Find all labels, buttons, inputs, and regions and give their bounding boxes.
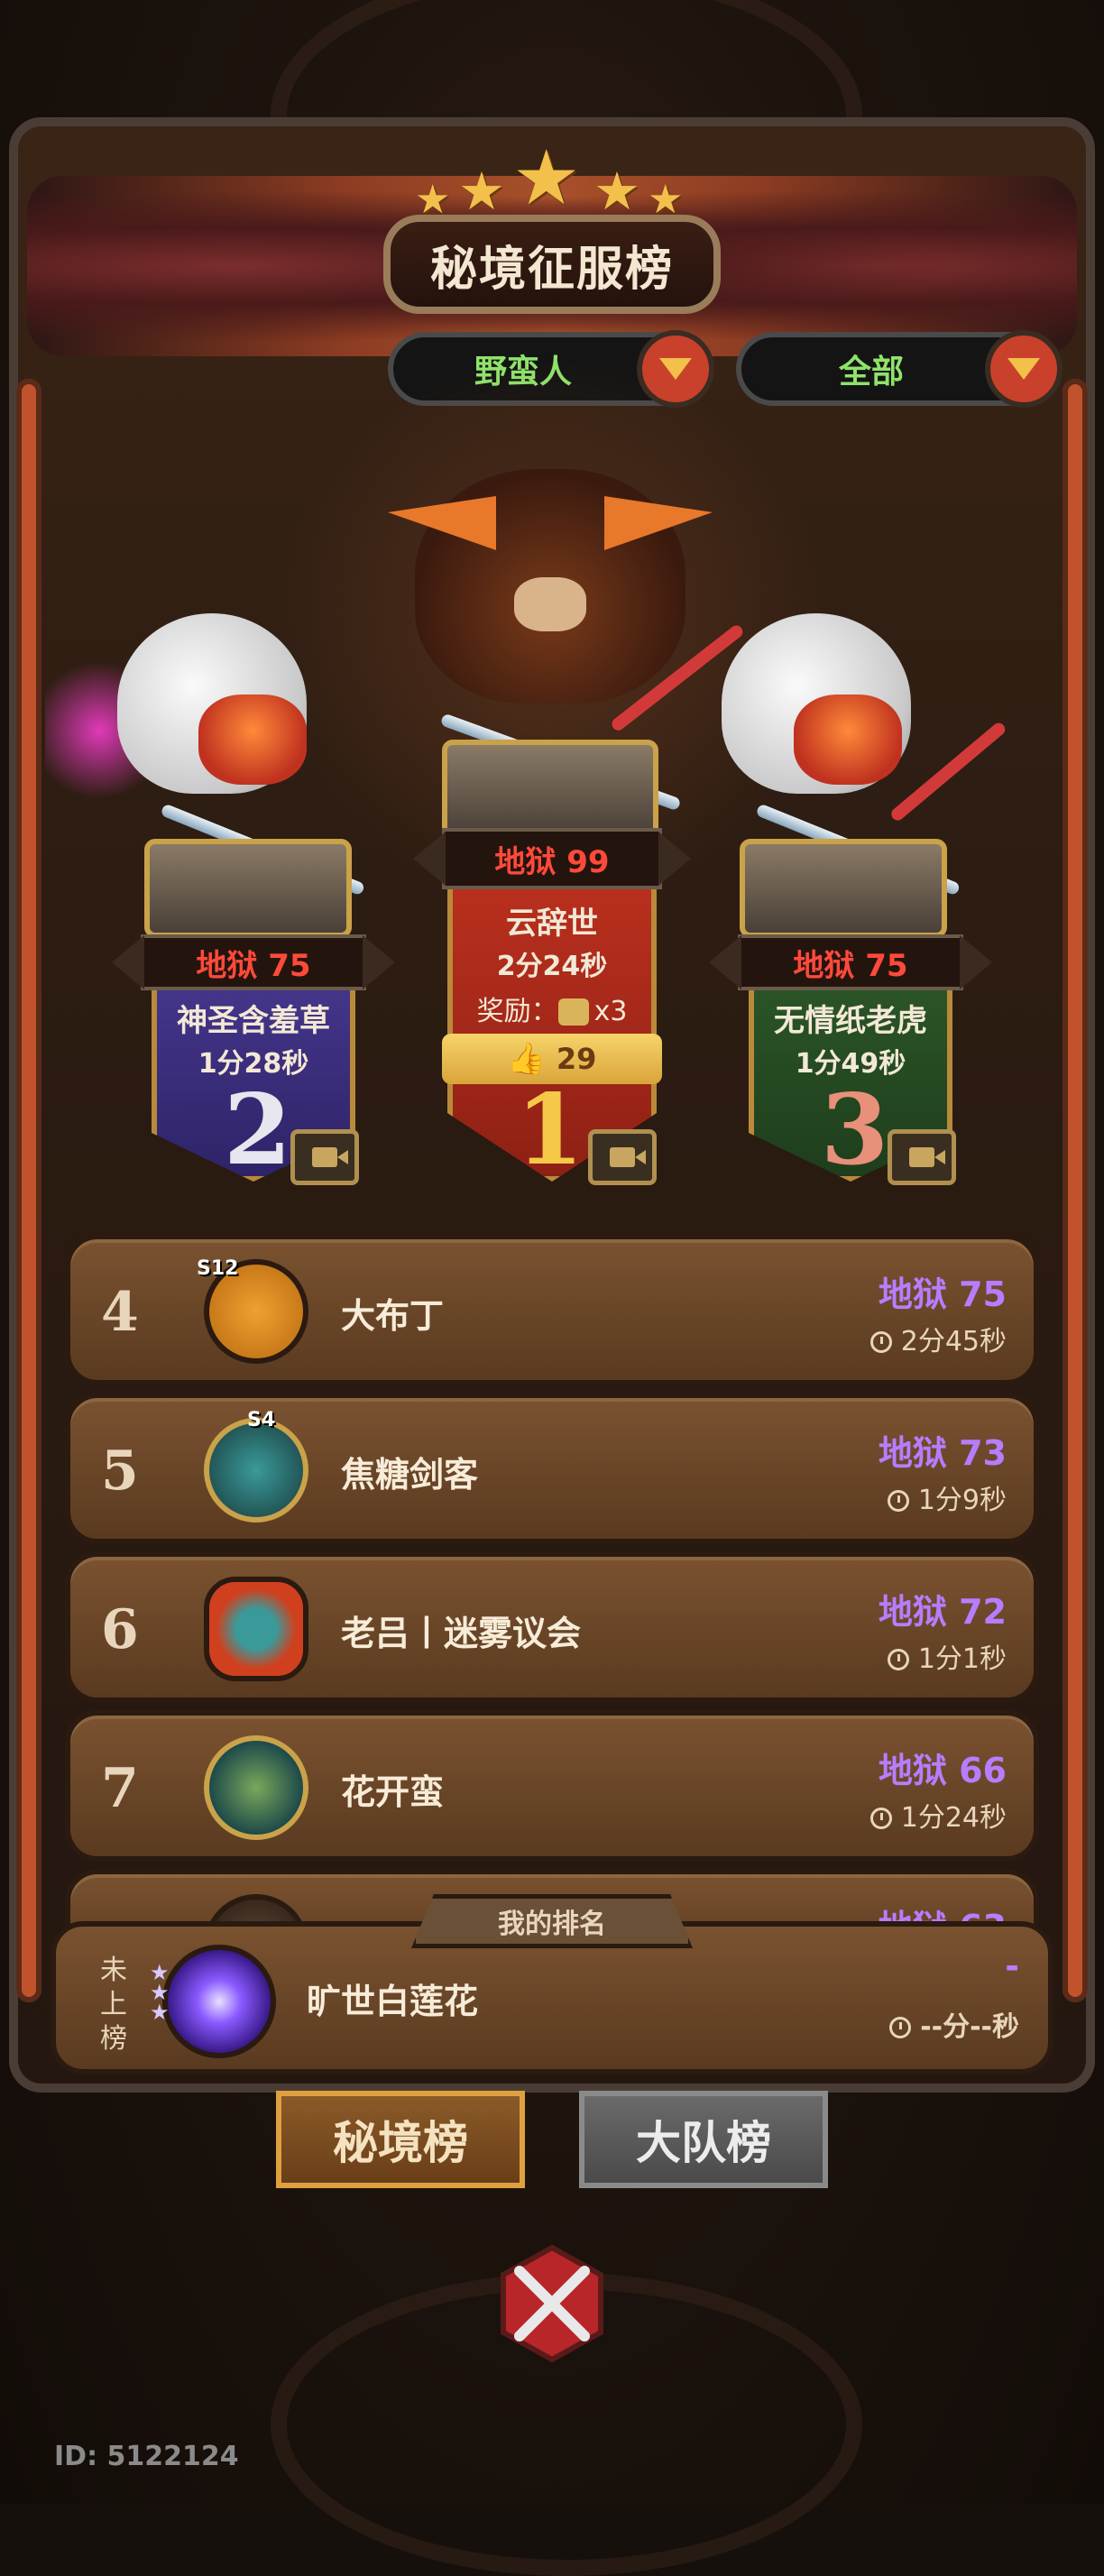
page-title: 秘境征服榜 xyxy=(429,242,674,297)
player-name: 花开蛮 xyxy=(341,1772,445,1812)
title-plate: 秘境征服榜 xyxy=(383,215,721,314)
tab-team[interactable]: 大队榜 xyxy=(579,2091,828,2188)
panel-rail-left xyxy=(16,379,41,2002)
my-rank-status: 未上榜 xyxy=(100,1955,127,2055)
clock-icon xyxy=(869,1808,892,1829)
hero-rank-2[interactable] xyxy=(45,613,366,938)
dropdown-arrow-icon[interactable] xyxy=(985,330,1063,408)
player-time: 1分1秒 xyxy=(887,1636,1007,1676)
star-icon: ★ xyxy=(512,133,581,222)
rank-3-level: 地狱 75 xyxy=(738,934,963,990)
avatar xyxy=(204,1735,308,1840)
podium-pedestal xyxy=(442,740,658,839)
table-row[interactable]: 4 S12 大布丁 地狱 75 2分45秒 xyxy=(65,1234,1039,1385)
clock-icon xyxy=(869,1331,892,1353)
avatar xyxy=(162,1945,276,2058)
thumbs-up-icon: 👍 xyxy=(507,1041,546,1077)
my-time: --分--秒 xyxy=(889,2004,1019,2044)
avatar xyxy=(204,1418,308,1523)
my-name: 旷世白莲花 xyxy=(307,1982,479,2021)
rank-1-level: 地狱 99 xyxy=(442,828,662,889)
video-camera-icon xyxy=(909,1147,945,1167)
player-level: 地狱 66 xyxy=(878,1751,1007,1790)
panel-rail-right xyxy=(1063,379,1088,2002)
player-time: 2分45秒 xyxy=(869,1319,1007,1358)
row-rank: 6 xyxy=(101,1598,139,1661)
season-badge: S4 xyxy=(247,1409,276,1431)
row-rank: 7 xyxy=(101,1757,139,1820)
my-rank-tab: 我的排名 xyxy=(411,1894,693,1948)
player-name: 大布丁 xyxy=(341,1296,445,1336)
rank-1-time: 2分24秒 xyxy=(496,951,608,982)
player-id: ID: 5122124 xyxy=(54,2441,239,2472)
rank-3-name: 无情纸老虎 xyxy=(774,1003,927,1039)
player-name: 焦糖剑客 xyxy=(341,1455,479,1495)
rank-1-number: 1 xyxy=(516,1073,584,1187)
player-time: 1分9秒 xyxy=(887,1477,1007,1517)
like-count: 29 xyxy=(556,1042,597,1076)
player-time: 1分24秒 xyxy=(869,1795,1007,1835)
player-level: 地狱 72 xyxy=(878,1592,1007,1632)
oni-mask xyxy=(198,695,307,785)
scope-filter[interactable]: 全部 xyxy=(736,330,1063,408)
avatar xyxy=(204,1577,308,1681)
clock-icon xyxy=(887,1490,909,1512)
season-badge: S12 xyxy=(197,1257,239,1280)
row-rank: 5 xyxy=(101,1440,139,1503)
star-icon: ★ xyxy=(458,161,505,222)
star-icon: ★ ★ ★ xyxy=(150,1960,170,2025)
reward-line: 奖励： x3 xyxy=(447,989,657,1028)
rank-2-number: 2 xyxy=(224,1073,292,1187)
hero-rank-3[interactable] xyxy=(713,613,1046,938)
video-camera-icon xyxy=(610,1147,646,1167)
clock-icon xyxy=(889,2017,912,2038)
player-level: 地狱 73 xyxy=(878,1433,1007,1473)
reward-count: x3 xyxy=(593,996,628,1027)
player-level: 地狱 75 xyxy=(878,1274,1007,1314)
chest-icon xyxy=(557,998,589,1026)
title-stars: ★ ★ ★ ★ ★ xyxy=(406,133,698,224)
hero-face xyxy=(514,577,586,631)
rank-2-name: 神圣含羞草 xyxy=(177,1003,330,1039)
clock-icon xyxy=(887,1649,909,1670)
crossed-swords-emblem-icon[interactable] xyxy=(489,2240,615,2367)
row-rank: 4 xyxy=(101,1281,139,1344)
table-row[interactable]: 7 花开蛮 地狱 66 1分24秒 xyxy=(65,1710,1039,1862)
star-icon: ★ xyxy=(593,161,640,222)
hero-rank-1[interactable] xyxy=(388,442,746,848)
reward-label: 奖励： xyxy=(476,996,558,1027)
oni-mask xyxy=(794,695,902,785)
video-camera-icon xyxy=(312,1147,348,1167)
replay-video-button[interactable] xyxy=(588,1129,657,1185)
podium-pedestal xyxy=(144,839,352,938)
player-name: 老吕丨迷雾议会 xyxy=(341,1614,582,1653)
table-row[interactable]: 5 S4 焦糖剑客 地狱 73 1分9秒 xyxy=(65,1393,1039,1544)
table-row[interactable]: 6 老吕丨迷雾议会 地狱 72 1分1秒 xyxy=(65,1551,1039,1703)
rank-2-level: 地狱 75 xyxy=(141,934,366,990)
replay-video-button[interactable] xyxy=(290,1129,359,1185)
tab-secret-realm[interactable]: 秘境榜 xyxy=(276,2091,525,2188)
replay-video-button[interactable] xyxy=(888,1129,956,1185)
podium-pedestal xyxy=(740,839,947,938)
rank-3-number: 3 xyxy=(821,1073,889,1187)
rank-1-name: 云辞世 xyxy=(506,906,598,942)
my-level: - xyxy=(1005,1946,1019,1986)
